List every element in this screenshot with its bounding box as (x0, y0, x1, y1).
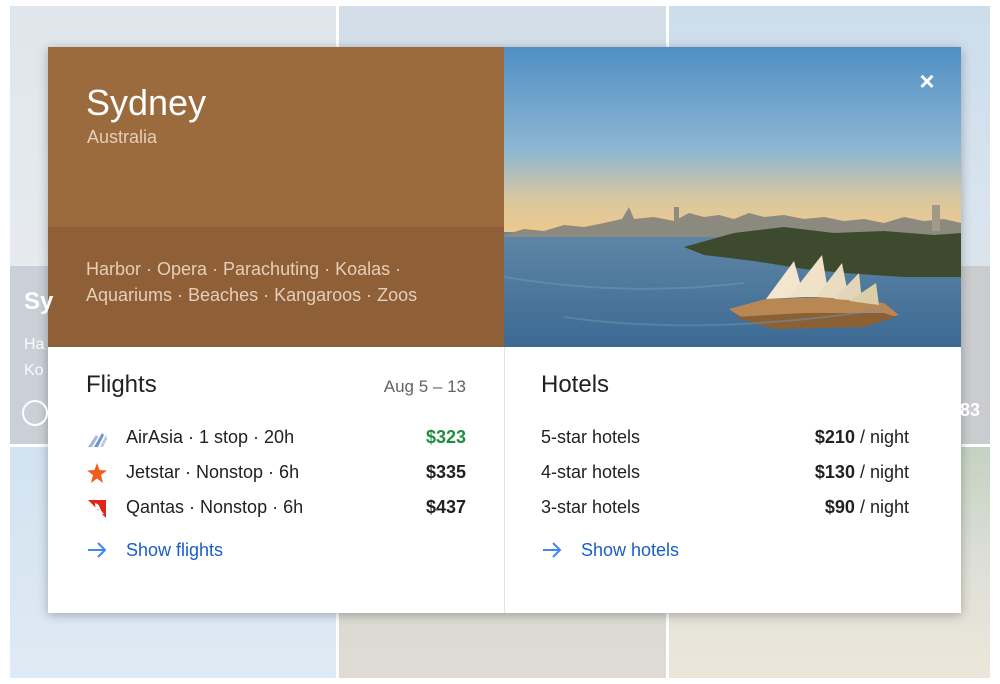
destination-tags: Harbor · Opera · Parachuting · Koalas · … (86, 259, 418, 305)
flight-price: $335 (425, 462, 466, 482)
country-name: Australia (87, 127, 158, 147)
hotel-row[interactable]: 5-star hotels $210 / night (541, 425, 909, 451)
flight-description: Jetstar · Nonstop · 6h (126, 462, 300, 482)
hotel-category: 4-star hotels (541, 462, 641, 482)
qantas-kangaroo-icon (88, 500, 106, 518)
flight-row[interactable]: Jetstar · Nonstop · 6h $335 (86, 460, 466, 486)
flight-description: AirAsia · 1 stop · 20h (126, 427, 295, 447)
arrow-right-icon (543, 542, 562, 558)
hotels-title: Hotels (541, 371, 610, 398)
jetstar-star-icon (87, 463, 107, 483)
hotel-category: 5-star hotels (541, 427, 641, 447)
flight-price: $437 (425, 497, 466, 517)
background-tile-price: 83 (959, 400, 980, 420)
show-hotels-label: Show hotels (581, 540, 680, 560)
sydney-opera-house-photo (504, 47, 961, 347)
show-flights-link[interactable]: Show flights (86, 539, 286, 563)
background-tile-text: Ha Ko (24, 336, 45, 379)
destination-photo: × (504, 47, 961, 347)
hotel-row[interactable]: 3-star hotels $90 / night (541, 495, 909, 521)
destination-hero: Sydney Australia Harbor · Opera · Parach… (48, 47, 961, 347)
show-hotels-link[interactable]: Show hotels (541, 539, 741, 563)
airasia-logo-icon (88, 433, 107, 447)
flight-row[interactable]: AirAsia · 1 stop · 20h $323 (86, 425, 466, 451)
destination-info-panel: Sydney Australia Harbor · Opera · Parach… (48, 47, 504, 347)
hotel-price: $90 / night (824, 497, 909, 517)
flight-price: $323 (425, 427, 466, 447)
city-name: Sydney (86, 82, 207, 123)
background-tile-title: Sy (24, 288, 54, 315)
flights-section: Flights Aug 5 – 13 AirAsia · 1 stop · 20… (48, 347, 504, 613)
travel-dates[interactable]: Aug 5 – 13 (384, 377, 466, 397)
destination-card: Sydney Australia Harbor · Opera · Parach… (48, 47, 961, 613)
hotels-section: Hotels 5-star hotels $210 / night 4-star… (505, 347, 961, 613)
flight-row[interactable]: Qantas · Nonstop · 6h $437 (86, 495, 466, 521)
hotel-price: $130 / night (814, 462, 909, 482)
hotel-category: 3-star hotels (541, 497, 641, 517)
show-flights-label: Show flights (126, 540, 224, 560)
flights-title: Flights (86, 371, 157, 398)
clock-icon (22, 400, 48, 426)
hotel-price: $210 / night (814, 427, 909, 447)
flight-description: Qantas · Nonstop · 6h (126, 497, 304, 517)
arrow-right-icon (88, 542, 107, 558)
hotel-row[interactable]: 4-star hotels $130 / night (541, 460, 909, 486)
close-icon[interactable]: × (915, 68, 939, 94)
